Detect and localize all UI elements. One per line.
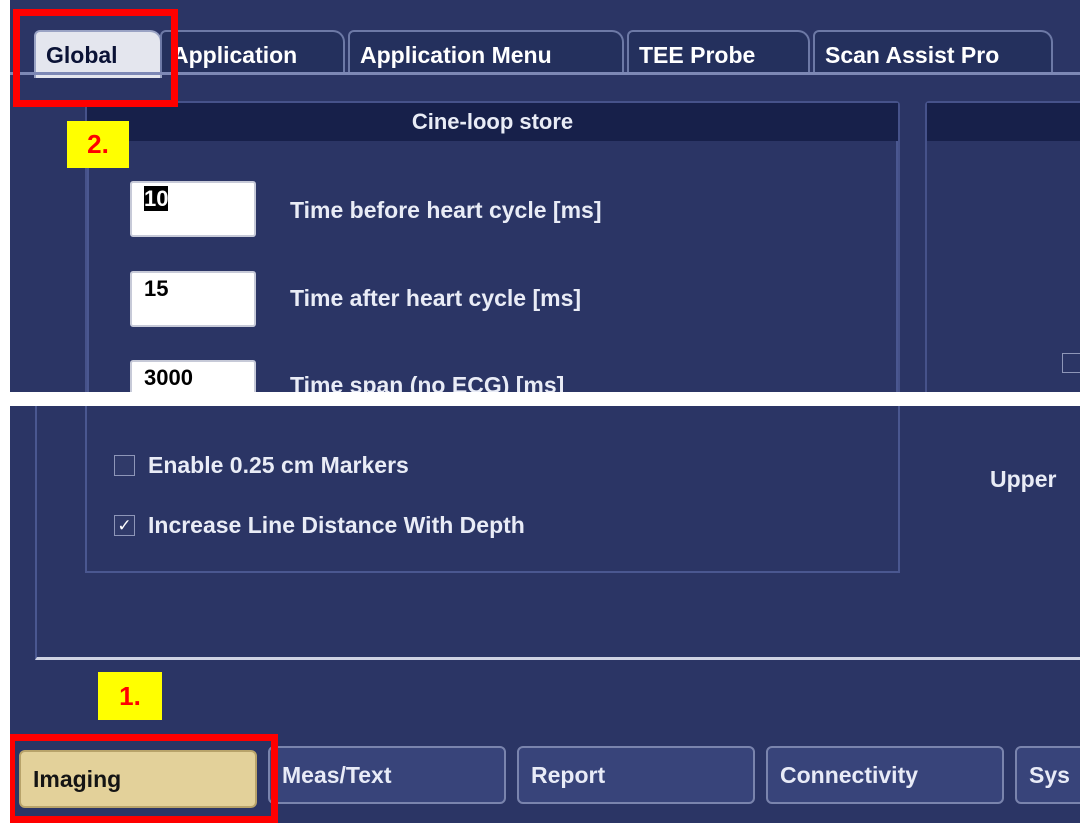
time-before-field[interactable]: 10 — [130, 181, 256, 237]
check-icon: ✓ — [117, 516, 132, 535]
button-label: Connectivity — [780, 762, 919, 788]
highlight-global-tab — [13, 9, 178, 107]
cine-loop-panel-body — [87, 141, 898, 392]
field-value: 10 — [144, 186, 169, 211]
tab-label: Scan Assist Pro — [825, 42, 1000, 68]
button-label: Sys — [1029, 762, 1070, 788]
upper-label-partial: Upper — [990, 466, 1057, 492]
step-2-callout: 2. — [67, 121, 129, 168]
tab-scan-assist-pro[interactable]: Scan Assist Pro — [813, 30, 1053, 74]
time-after-field[interactable]: 15 — [130, 271, 256, 327]
cine-loop-panel: Cine-loop store — [85, 101, 900, 392]
time-span-field[interactable]: 3000 — [130, 360, 256, 392]
cine-loop-title: Cine-loop store — [87, 103, 898, 141]
tab-label: Application Menu — [360, 42, 552, 68]
screen-bottom-segment: Enable 0.25 cm Markers ✓ Increase Line D… — [10, 406, 1080, 823]
right-panel-header — [927, 103, 1080, 141]
enable-markers-checkbox[interactable] — [114, 455, 135, 476]
tab-application[interactable]: Application — [160, 30, 345, 74]
increase-line-distance-label: Increase Line Distance With Depth — [148, 512, 525, 538]
tab-tee-probe[interactable]: TEE Probe — [627, 30, 810, 74]
field-value: 3000 — [144, 365, 193, 390]
highlight-imaging-button — [10, 734, 278, 823]
button-label: Meas/Text — [282, 762, 392, 788]
tab-application-menu[interactable]: Application Menu — [348, 30, 624, 74]
meas-text-button[interactable]: Meas/Text — [268, 746, 506, 804]
enable-markers-label: Enable 0.25 cm Markers — [148, 452, 409, 478]
step-1-callout: 1. — [98, 672, 162, 720]
system-button[interactable]: Sys — [1015, 746, 1080, 804]
tab-label: Application — [172, 42, 298, 68]
time-span-label: Time span (no ECG) [ms] — [290, 372, 565, 392]
screen-top-segment: Global Application Application Menu TEE … — [10, 0, 1080, 392]
time-after-label: Time after heart cycle [ms] — [290, 285, 582, 311]
right-panel — [925, 101, 1080, 392]
field-value: 15 — [144, 276, 169, 301]
button-label: Report — [531, 762, 606, 788]
right-panel-checkbox[interactable] — [1062, 353, 1080, 373]
connectivity-button[interactable]: Connectivity — [766, 746, 1004, 804]
increase-line-distance-checkbox[interactable]: ✓ — [114, 515, 135, 536]
time-before-label: Time before heart cycle [ms] — [290, 197, 602, 223]
tab-label: TEE Probe — [639, 42, 756, 68]
report-button[interactable]: Report — [517, 746, 755, 804]
